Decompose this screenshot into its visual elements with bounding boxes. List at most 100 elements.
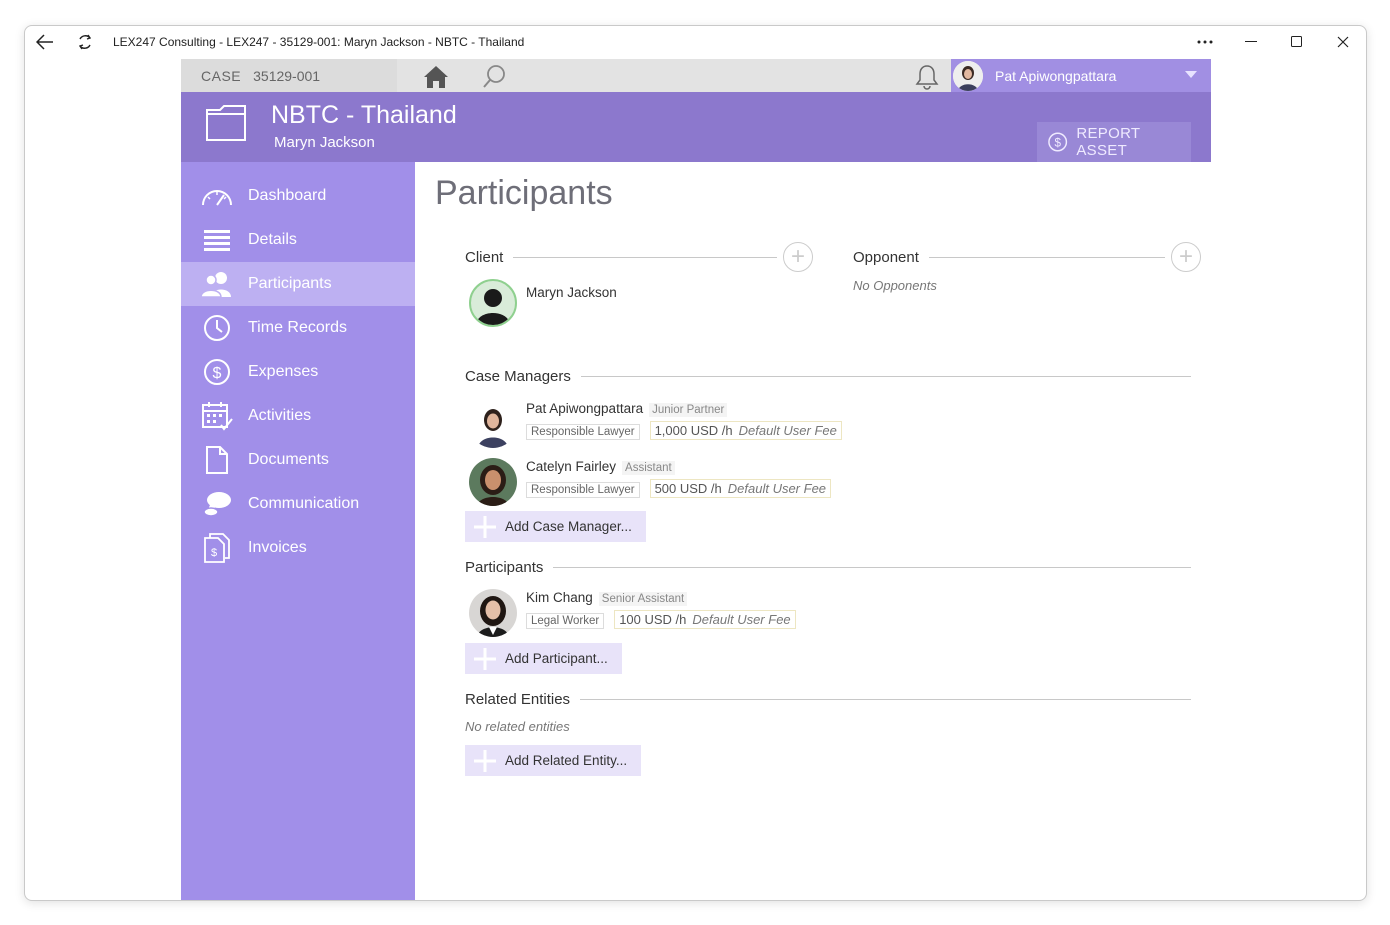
avatar bbox=[469, 589, 517, 637]
client-card[interactable]: Maryn Jackson bbox=[469, 279, 617, 327]
sidebar-item-label: Dashboard bbox=[248, 187, 327, 204]
app-window: LEX247 Consulting - LEX247 - 35129-001: … bbox=[24, 25, 1367, 901]
sidebar-item-time-records[interactable]: Time Records bbox=[181, 306, 415, 350]
dollar-icon: $ bbox=[200, 355, 234, 389]
fee-note: Default User Fee bbox=[692, 612, 791, 627]
list-item[interactable]: Kim Chang Senior Assistant Legal Worker 10… bbox=[469, 589, 796, 637]
divider bbox=[513, 256, 777, 258]
fee-amount: 1,000 USD /h bbox=[654, 423, 733, 438]
gauge-icon bbox=[200, 179, 234, 213]
case-indicator[interactable]: CASE 35129-001 bbox=[181, 59, 397, 92]
add-opponent-button[interactable]: + bbox=[1171, 242, 1201, 272]
case-title: NBTC - Thailand bbox=[271, 101, 457, 129]
sidebar-item-invoices[interactable]: $ Invoices bbox=[181, 526, 415, 570]
fee-badge: 500 USD /h Default User Fee bbox=[649, 479, 832, 498]
sidebar-item-details[interactable]: Details bbox=[181, 218, 415, 262]
sidebar-item-label: Details bbox=[248, 231, 297, 248]
list-item[interactable]: Catelyn Fairley Assistant Responsible Law… bbox=[469, 458, 832, 506]
divider bbox=[553, 567, 1191, 568]
list-icon bbox=[200, 223, 234, 257]
client-heading: Client bbox=[465, 248, 504, 266]
page-title: Participants bbox=[435, 174, 613, 212]
add-related-entity-button[interactable]: Add Related Entity... bbox=[465, 745, 642, 776]
no-related-entities-text: No related entities bbox=[465, 719, 570, 734]
folder-icon bbox=[205, 104, 247, 147]
related-entities-heading: Related Entities bbox=[465, 691, 571, 708]
sidebar-item-label: Communication bbox=[248, 495, 360, 512]
participants-heading: Participants bbox=[465, 559, 544, 576]
opponent-heading: Opponent bbox=[853, 248, 919, 266]
sidebar: Dashboard Details Participants Time Reco… bbox=[181, 162, 415, 900]
back-icon[interactable] bbox=[25, 26, 65, 58]
minimize-icon[interactable] bbox=[1228, 26, 1274, 58]
fee-amount: 100 USD /h bbox=[619, 612, 687, 627]
user-menu[interactable]: Pat Apiwongpattara bbox=[951, 59, 1211, 92]
person-name: Catelyn Fairley bbox=[526, 459, 617, 474]
case-managers-heading: Case Managers bbox=[465, 368, 571, 385]
main-panel: Participants Client + Maryn Jackson Oppo… bbox=[415, 162, 1211, 900]
sidebar-item-label: Time Records bbox=[248, 319, 347, 336]
dollar-icon: $ bbox=[1048, 132, 1068, 152]
calendar-icon bbox=[200, 399, 234, 433]
search-icon[interactable] bbox=[481, 64, 507, 95]
sidebar-item-documents[interactable]: Documents bbox=[181, 438, 415, 482]
opponent-section-header: Opponent + bbox=[853, 242, 1201, 272]
add-client-button[interactable]: + bbox=[783, 242, 813, 272]
plus-icon bbox=[465, 745, 505, 776]
sidebar-item-activities[interactable]: Activities bbox=[181, 394, 415, 438]
plus-icon bbox=[465, 643, 505, 674]
avatar bbox=[469, 458, 517, 506]
responsibility-tag: Legal Worker bbox=[526, 613, 605, 629]
fee-amount: 500 USD /h bbox=[654, 481, 722, 496]
people-icon bbox=[200, 267, 234, 301]
divider bbox=[580, 699, 1191, 700]
sidebar-item-dashboard[interactable]: Dashboard bbox=[181, 174, 415, 218]
divider bbox=[580, 376, 1191, 377]
window-title: LEX247 Consulting - LEX247 - 35129-001: … bbox=[113, 35, 525, 49]
refresh-icon[interactable] bbox=[65, 26, 105, 58]
sidebar-item-expenses[interactable]: $ Expenses bbox=[181, 350, 415, 394]
svg-text:$: $ bbox=[213, 365, 222, 382]
case-managers-section-header: Case Managers bbox=[465, 368, 1191, 385]
avatar bbox=[469, 279, 517, 327]
person-role: Senior Assistant bbox=[598, 592, 688, 606]
sidebar-item-label: Participants bbox=[248, 275, 332, 292]
title-bar: LEX247 Consulting - LEX247 - 35129-001: … bbox=[25, 26, 1366, 58]
add-participant-label: Add Participant... bbox=[505, 651, 608, 666]
add-case-manager-label: Add Case Manager... bbox=[505, 519, 632, 534]
avatar bbox=[953, 60, 983, 91]
app-content: CASE 35129-001 Pat Apiwongpattara NBTC -… bbox=[181, 59, 1211, 900]
home-icon[interactable] bbox=[421, 64, 451, 95]
avatar bbox=[469, 400, 517, 448]
fee-note: Default User Fee bbox=[727, 481, 827, 496]
responsibility-tag: Responsible Lawyer bbox=[526, 424, 640, 440]
case-header: NBTC - Thailand Maryn Jackson $ REPORT A… bbox=[181, 92, 1211, 162]
person-name: Kim Chang bbox=[526, 590, 593, 605]
list-item[interactable]: Pat Apiwongpattara Junior Partner Respons… bbox=[469, 400, 842, 448]
invoice-icon: $ bbox=[200, 531, 234, 565]
close-icon[interactable] bbox=[1320, 26, 1366, 58]
participants-section-header: Participants bbox=[465, 559, 1191, 576]
maximize-icon[interactable] bbox=[1274, 26, 1320, 58]
sidebar-item-communication[interactable]: Communication bbox=[181, 482, 415, 526]
report-asset-label: REPORT ASSET bbox=[1076, 125, 1141, 159]
person-role: Assistant bbox=[622, 461, 675, 475]
clock-icon bbox=[200, 311, 234, 345]
person-name: Pat Apiwongpattara bbox=[526, 401, 644, 416]
case-label: CASE bbox=[201, 67, 242, 84]
responsibility-tag: Responsible Lawyer bbox=[526, 482, 640, 498]
sidebar-item-label: Invoices bbox=[248, 539, 307, 556]
person-role: Junior Partner bbox=[649, 403, 728, 417]
client-section-header: Client + bbox=[465, 242, 813, 272]
sidebar-item-label: Documents bbox=[248, 451, 329, 468]
user-name: Pat Apiwongpattara bbox=[995, 67, 1117, 84]
add-related-entity-label: Add Related Entity... bbox=[505, 753, 628, 768]
add-participant-button[interactable]: Add Participant... bbox=[465, 643, 622, 674]
fee-badge: 100 USD /h Default User Fee bbox=[614, 610, 796, 629]
report-asset-button[interactable]: $ REPORT ASSET bbox=[1037, 122, 1191, 162]
sidebar-item-participants[interactable]: Participants bbox=[181, 262, 415, 306]
add-case-manager-button[interactable]: Add Case Manager... bbox=[465, 511, 646, 542]
chevron-down-icon bbox=[1185, 71, 1197, 78]
related-entities-section-header: Related Entities bbox=[465, 691, 1191, 708]
more-icon[interactable] bbox=[1182, 26, 1228, 58]
